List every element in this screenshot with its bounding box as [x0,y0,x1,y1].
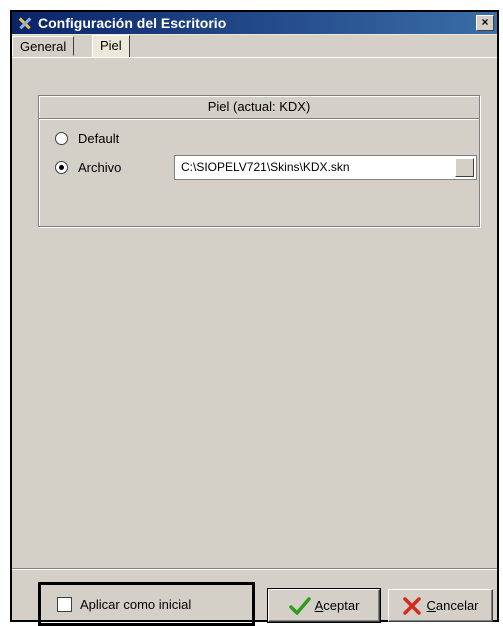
skin-group-header: Piel (actual: KDX) [39,96,479,119]
tab-general[interactable]: General [12,36,75,56]
tab-piel[interactable]: Piel [92,35,130,58]
settings-dialog: Configuración del Escritorio × General P… [10,10,499,626]
apply-initial-highlight: Aplicar como inicial [38,582,255,626]
default-radio[interactable] [55,132,68,145]
apply-initial-label[interactable]: Aplicar como inicial [80,597,191,612]
close-button[interactable]: × [476,15,494,31]
accept-label: Aceptar [315,598,360,613]
default-label: Default [78,131,120,146]
check-icon [288,596,311,615]
archivo-radio[interactable] [55,161,68,174]
tools-icon [16,14,34,32]
skin-groupbox: Piel (actual: KDX) Default Archivo C:\SI… [38,95,480,227]
skin-file-path-value: C:\SIOPELV721\Skins\KDX.skn [181,160,350,174]
window-title: Configuración del Escritorio [38,15,227,31]
browse-button[interactable] [455,158,474,177]
footer-separator [12,568,497,569]
archivo-label: Archivo [78,160,122,175]
accept-label-rest: ceptar [323,598,360,613]
accept-label-mnemonic: A [314,598,324,613]
tab-content: Piel (actual: KDX) Default Archivo C:\SI… [12,57,497,626]
cancel-label-rest: ancelar [435,598,479,613]
tab-strip: General Piel [12,35,497,58]
cancel-button[interactable]: Cancelar [388,589,493,622]
apply-initial-checkbox[interactable] [57,596,72,612]
cancel-label-mnemonic: C [426,598,436,613]
x-icon [402,596,422,615]
skin-file-path-field[interactable]: C:\SIOPELV721\Skins\KDX.skn [174,155,477,180]
title-bar[interactable]: Configuración del Escritorio × [12,12,497,34]
cancel-label: Cancelar [426,598,478,613]
archivo-option[interactable]: Archivo [55,160,121,175]
default-option[interactable]: Default [55,131,119,146]
accept-button[interactable]: Aceptar [267,588,381,623]
